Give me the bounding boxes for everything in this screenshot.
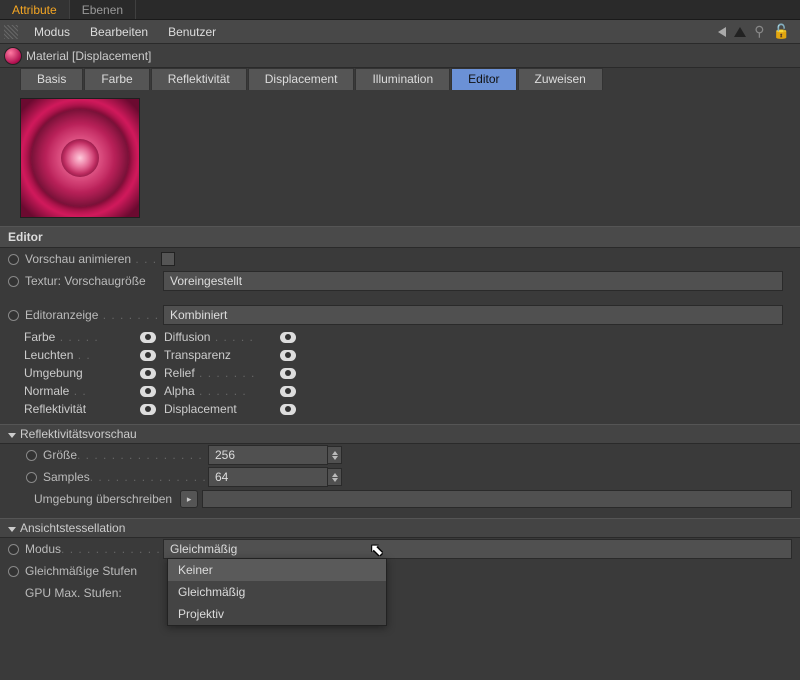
preview-area [0, 90, 800, 226]
channel-grid: Farbe . . . . . Diffusion . . . . . Leuc… [0, 326, 800, 424]
menu-bearbeiten[interactable]: Bearbeiten [80, 25, 158, 39]
input-reflect-samples[interactable]: 64 [208, 467, 328, 487]
tab-attribute[interactable]: Attribute [0, 0, 70, 19]
tab-basis[interactable]: Basis [20, 68, 83, 90]
param-radio[interactable] [8, 310, 19, 321]
row-tess-gpu: GPU Max. Stufen: [0, 582, 800, 604]
label-ch-farbe: Farbe [24, 330, 55, 344]
menu-modus[interactable]: Modus [24, 25, 80, 39]
section-tessellation[interactable]: Ansichtstessellation [0, 518, 800, 538]
nav-up-icon[interactable] [734, 27, 746, 37]
tab-editor[interactable]: Editor [451, 68, 516, 90]
param-radio[interactable] [8, 254, 19, 265]
eye-icon[interactable] [140, 350, 156, 361]
object-title-row: Material [Displacement] [0, 44, 800, 68]
label-ch-relief: Relief [164, 366, 195, 380]
row-reflect-samples: Samples . . . . . . . . . . . . . . . . … [0, 466, 800, 488]
dd-item-keiner[interactable]: Keiner [168, 559, 386, 581]
lock-icon[interactable]: 🔓 [773, 23, 790, 40]
material-sphere-icon [4, 47, 22, 65]
label-override-env: Umgebung überschreiben [34, 492, 172, 506]
input-reflect-size[interactable]: 256 [208, 445, 328, 465]
dropdown-tex-size[interactable]: Voreingestellt [163, 271, 783, 291]
dd-item-gleichmaessig[interactable]: Gleichmäßig [168, 581, 386, 603]
dropdown-tess-mode[interactable]: Gleichmäßig [163, 539, 792, 559]
row-tess-mode: Modus . . . . . . . . . . . . . Gleichmä… [0, 538, 800, 560]
panel-tabs: Attribute Ebenen [0, 0, 800, 20]
param-radio[interactable] [26, 472, 37, 483]
dd-item-projektiv[interactable]: Projektiv [168, 603, 386, 625]
label-ch-alpha: Alpha [164, 384, 195, 398]
checkbox-preview-animate[interactable] [161, 252, 175, 266]
label-tess-steps: Gleichmäßige Stufen [25, 564, 137, 578]
row-tex-size: Textur: Vorschaugröße Voreingestellt [0, 270, 800, 292]
disclosure-triangle-icon [8, 527, 16, 532]
tab-zuweisen[interactable]: Zuweisen [518, 68, 603, 90]
eye-icon[interactable] [280, 332, 296, 343]
search-icon[interactable]: ⚲ [754, 23, 764, 40]
parameter-tabs: Basis Farbe Reflektivität Displacement I… [0, 68, 800, 90]
label-ch-normale: Normale [24, 384, 69, 398]
eye-icon[interactable] [280, 368, 296, 379]
tab-illumination[interactable]: Illumination [355, 68, 450, 90]
eye-icon[interactable] [140, 368, 156, 379]
section-reflect-preview[interactable]: Reflektivitätsvorschau [0, 424, 800, 444]
eye-icon[interactable] [140, 404, 156, 415]
row-tess-steps: Gleichmäßige Stufen [0, 560, 800, 582]
menu-benutzer[interactable]: Benutzer [158, 25, 226, 39]
menubar: Modus Bearbeiten Benutzer ⚲ 🔓 [0, 20, 800, 44]
tab-displacement[interactable]: Displacement [248, 68, 355, 90]
eye-icon[interactable] [280, 404, 296, 415]
label-ch-diffusion: Diffusion [164, 330, 210, 344]
row-editor-display: Editoranzeige . . . . . . . . Kombiniert [0, 304, 800, 326]
section-editor: Editor [0, 226, 800, 248]
tab-ebenen[interactable]: Ebenen [70, 0, 136, 19]
dropdown-editor-display[interactable]: Kombiniert [163, 305, 783, 325]
label-editor-display: Editoranzeige [25, 308, 98, 322]
spinner-reflect-size[interactable] [328, 446, 342, 464]
tab-reflektivitaet[interactable]: Reflektivität [151, 68, 247, 90]
tab-farbe[interactable]: Farbe [84, 68, 149, 90]
dropdown-menu-tess-mode: Keiner Gleichmäßig Projektiv [167, 558, 387, 626]
label-tess-gpu: GPU Max. Stufen: [25, 586, 122, 600]
param-radio[interactable] [8, 544, 19, 555]
row-preview-animate: Vorschau animieren . . . [0, 248, 800, 270]
nav-back-icon[interactable] [718, 27, 726, 37]
label-ch-umgebung: Umgebung [24, 366, 83, 380]
input-override-env[interactable] [202, 490, 792, 508]
eye-icon[interactable] [140, 386, 156, 397]
disclosure-triangle-icon [8, 433, 16, 438]
spinner-reflect-samples[interactable] [328, 468, 342, 486]
label-tess-mode: Modus [25, 542, 61, 556]
label-reflect-samples: Samples [43, 470, 90, 484]
label-ch-leuchten: Leuchten [24, 348, 73, 362]
material-preview[interactable] [20, 98, 140, 218]
param-radio[interactable] [26, 450, 37, 461]
label-ch-transparenz: Transparenz [164, 348, 231, 362]
drag-handle-icon[interactable] [4, 25, 18, 39]
eye-icon[interactable] [280, 386, 296, 397]
row-override-env: Umgebung überschreiben ▸ [0, 488, 800, 510]
object-title: Material [Displacement] [26, 49, 151, 63]
label-ch-disp: Displacement [164, 402, 237, 416]
row-reflect-size: Größe . . . . . . . . . . . . . . . . . … [0, 444, 800, 466]
param-radio[interactable] [8, 276, 19, 287]
label-tex-size: Textur: Vorschaugröße [25, 274, 146, 288]
label-ch-reflekt: Reflektivität [24, 402, 86, 416]
eye-icon[interactable] [280, 350, 296, 361]
eye-icon[interactable] [140, 332, 156, 343]
param-radio[interactable] [8, 566, 19, 577]
label-reflect-size: Größe [43, 448, 77, 462]
link-button[interactable]: ▸ [180, 490, 198, 508]
label-preview-animate: Vorschau animieren [25, 252, 131, 266]
